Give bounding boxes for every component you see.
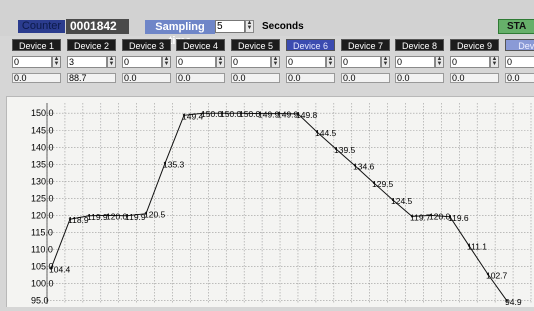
device-10-reading: 0.0: [505, 73, 534, 83]
data-label: 144.5: [315, 128, 337, 138]
data-label: 135.3: [163, 159, 185, 169]
device-7-setpoint-spinner[interactable]: ▲ ▼: [381, 56, 390, 68]
sampling-time-input[interactable]: 5: [215, 20, 245, 33]
device-1-reading: 0.0: [12, 73, 61, 83]
y-tick-label: 125.0: [31, 193, 54, 203]
device-4-setpoint-input[interactable]: 0: [176, 56, 216, 68]
device-9-button[interactable]: Device 9: [450, 39, 499, 51]
data-label: 118.9: [68, 215, 89, 225]
counter-value: 0001842: [66, 19, 129, 34]
device-2-reading: 88.7: [67, 73, 116, 83]
device-6-button[interactable]: Device 6: [286, 39, 335, 51]
data-label: 120.5: [144, 210, 166, 220]
y-tick-label: 145.0: [31, 125, 54, 135]
device-1-setpoint-input[interactable]: 0: [12, 56, 52, 68]
data-label: 124.5: [391, 196, 413, 206]
device-6-reading: 0.0: [286, 73, 335, 83]
device-3-setpoint-input[interactable]: 0: [122, 56, 162, 68]
start-button[interactable]: STA: [498, 19, 534, 34]
y-tick-label: 135.0: [31, 159, 54, 169]
device-7-setpoint-input[interactable]: 0: [341, 56, 381, 68]
data-label: 129.5: [372, 179, 394, 189]
y-tick-label: 130.0: [31, 176, 54, 186]
y-tick-label: 140.0: [31, 142, 54, 152]
data-label: 94.9: [505, 297, 522, 307]
data-label: 119.7: [410, 212, 431, 222]
series-line: [50, 112, 508, 302]
device-1-setpoint-spinner[interactable]: ▲ ▼: [52, 56, 61, 68]
device-3-button[interactable]: Device 3: [122, 39, 171, 51]
data-label: 149.8: [296, 110, 318, 120]
y-tick-label: 120.0: [31, 210, 54, 220]
device-7-button[interactable]: Device 7: [341, 39, 390, 51]
device-6-setpoint-input[interactable]: 0: [286, 56, 326, 68]
device-8-button[interactable]: Device 8: [395, 39, 444, 51]
data-label: 119.6: [448, 213, 469, 223]
device-5-setpoint-input[interactable]: 0: [231, 56, 271, 68]
device-3-reading: 0.0: [122, 73, 171, 83]
device-4-reading: 0.0: [176, 73, 225, 83]
device-8-setpoint-input[interactable]: 0: [395, 56, 435, 68]
counter-label: Counter: [18, 20, 65, 33]
device-4-button[interactable]: Device 4: [176, 39, 225, 51]
device-4-setpoint-spinner[interactable]: ▲ ▼: [216, 56, 225, 68]
device-9-setpoint-spinner[interactable]: ▲ ▼: [490, 56, 499, 68]
data-label: 111.1: [467, 242, 487, 252]
device-3-setpoint-spinner[interactable]: ▲ ▼: [162, 56, 171, 68]
y-tick-label: 150.0: [31, 108, 54, 118]
device-5-setpoint-spinner[interactable]: ▲ ▼: [271, 56, 280, 68]
device-9-setpoint-input[interactable]: 0: [450, 56, 490, 68]
seconds-label: Seconds: [262, 21, 304, 32]
data-label: 104.4: [49, 265, 71, 275]
device-8-setpoint-spinner[interactable]: ▲ ▼: [435, 56, 444, 68]
line-chart: 95.0100.0105.0110.0115.0120.0125.0130.01…: [31, 103, 532, 307]
device-5-button[interactable]: Device 5: [231, 39, 280, 51]
data-label: 102.7: [486, 270, 508, 280]
y-tick-label: 95.0: [31, 296, 49, 306]
device-8-reading: 0.0: [395, 73, 444, 83]
device-2-setpoint-spinner[interactable]: ▲ ▼: [107, 56, 116, 68]
device-2-button[interactable]: Device 2: [67, 39, 116, 51]
y-tick-label: 110.0: [31, 244, 53, 254]
sampling-time-spinner[interactable]: ▲ ▼: [245, 20, 254, 33]
device-10-button[interactable]: Devic: [505, 39, 534, 51]
device-9-reading: 0.0: [450, 73, 499, 83]
chart-area: 95.0 100.0 105.0 110.0 115.0 120.0 125.0 130.0 1…: [6, 96, 534, 307]
data-label: 119.9: [87, 212, 108, 222]
sampling-time-label: Sampling time: [145, 20, 215, 47]
device-1-button[interactable]: Device 1: [12, 39, 61, 51]
device-10-setpoint-input[interactable]: 0: [505, 56, 534, 68]
data-label: 134.6: [353, 162, 375, 172]
data-label: 139.5: [334, 145, 356, 155]
y-tick-label: 100.0: [31, 279, 54, 289]
data-label: 119.9: [125, 212, 146, 222]
device-2-setpoint-input[interactable]: 3: [67, 56, 107, 68]
device-7-reading: 0.0: [341, 73, 390, 83]
device-6-setpoint-spinner[interactable]: ▲ ▼: [326, 56, 335, 68]
device-5-reading: 0.0: [231, 73, 280, 83]
y-tick-label: 115.0: [31, 227, 53, 237]
